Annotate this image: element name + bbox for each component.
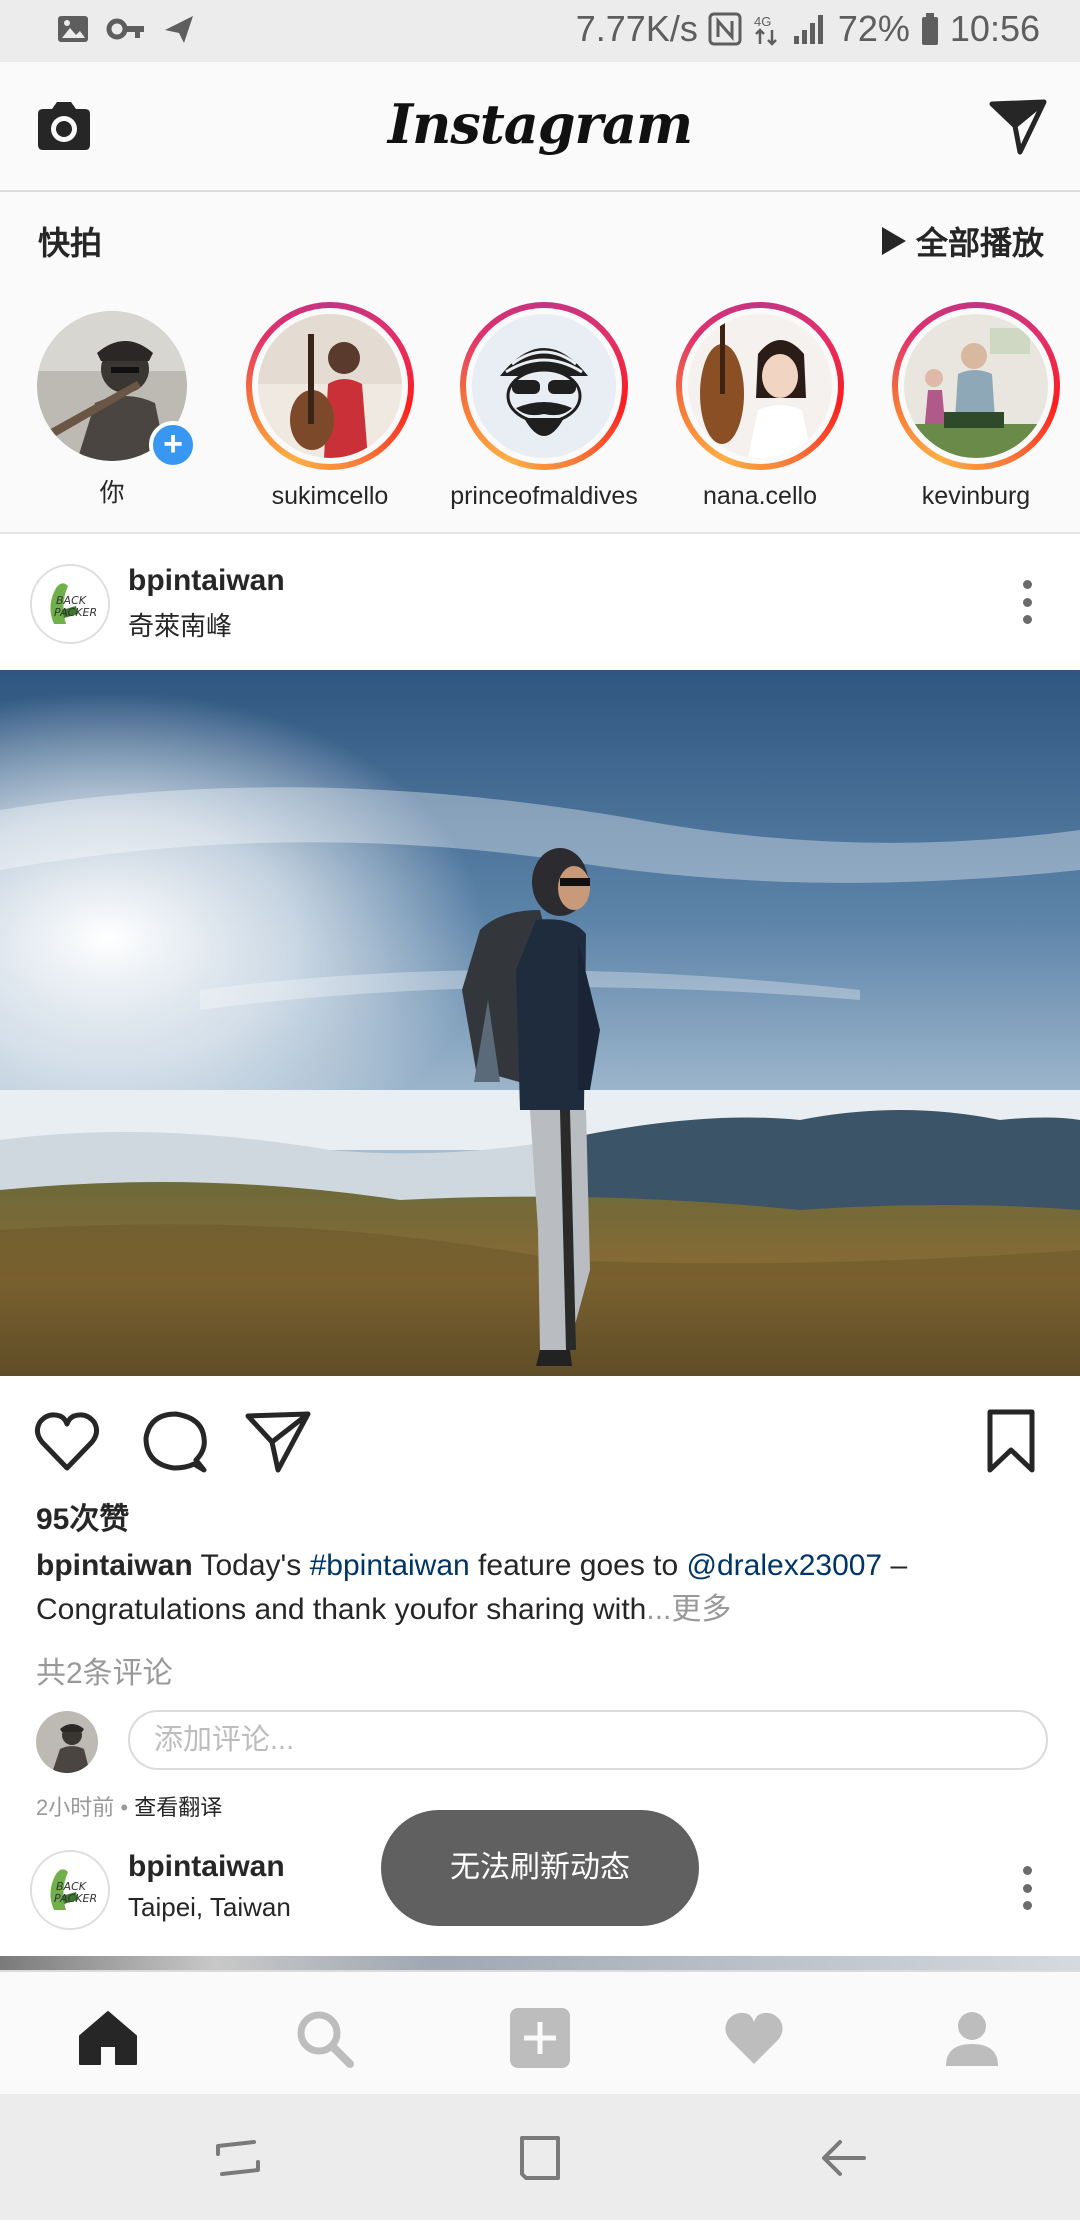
like-heart-icon[interactable]: [32, 1406, 102, 1476]
post-timestamp: 2小时前 • 查看翻译: [36, 1790, 222, 1822]
post-username[interactable]: bpintaiwan: [128, 1850, 285, 1884]
recent-apps-icon[interactable]: [210, 2130, 266, 2186]
app-bar: Instagram: [0, 62, 1080, 192]
svg-text:PACKER: PACKER: [54, 1892, 97, 1905]
stories-tray: 快拍 全部播放 + 你 sukimcello princeofmaldives …: [0, 192, 1080, 534]
back-icon[interactable]: [816, 2130, 872, 2186]
data-arrows-icon: 4G: [754, 14, 777, 46]
system-navigation-bar: [0, 2094, 1080, 2220]
time-ago: 2小时前: [36, 1795, 115, 1820]
caption-ellipsis: ...: [646, 1593, 672, 1626]
status-bar: 7.77K/s 4G 72% 10:56: [0, 0, 1080, 62]
direct-message-icon[interactable]: [988, 96, 1048, 156]
add-comment-row: 添加评论...: [36, 1710, 1054, 1774]
next-post-photo[interactable]: [0, 1956, 1080, 1970]
story-own[interactable]: + 你: [12, 302, 212, 509]
key-icon: [106, 18, 144, 40]
story-nana-cello[interactable]: nana.cello: [660, 302, 860, 511]
post-avatar[interactable]: BACK PACKER: [30, 564, 110, 644]
send-icon: [165, 16, 193, 43]
caption-more-link[interactable]: 更多: [671, 1593, 731, 1626]
more-options-icon[interactable]: [1022, 1866, 1032, 1910]
svg-text:PACKER: PACKER: [54, 606, 97, 619]
story-label: princeofmaldives: [450, 482, 638, 510]
share-icon[interactable]: [244, 1406, 314, 1476]
caption-text: feature goes to: [469, 1549, 687, 1582]
post-actions: [0, 1376, 1080, 1496]
post-header: BACK PACKER bpintaiwan 奇萊南峰: [0, 534, 1080, 670]
post-location[interactable]: 奇萊南峰: [128, 606, 232, 643]
caption-username[interactable]: bpintaiwan: [36, 1549, 193, 1582]
view-comments-link[interactable]: 共2条评论: [36, 1648, 173, 1692]
watch-all-label: 全部播放: [915, 225, 1044, 261]
likes-count[interactable]: 95次赞: [36, 1494, 129, 1538]
comment-icon[interactable]: [140, 1406, 210, 1476]
search-icon[interactable]: [292, 2006, 356, 2070]
avatar: [688, 314, 832, 458]
network-speed: 7.77K/s: [575, 8, 698, 49]
clock: 10:56: [949, 8, 1040, 49]
post-location[interactable]: Taipei, Taiwan: [128, 1892, 291, 1923]
caption-text: Today's: [192, 1549, 310, 1582]
new-post-icon[interactable]: [508, 2006, 572, 2070]
bottom-nav: [0, 1970, 1080, 2096]
see-translation-link[interactable]: 查看翻译: [134, 1795, 222, 1820]
signal-icon: [793, 15, 823, 44]
story-princeofmaldives[interactable]: princeofmaldives: [444, 302, 644, 511]
instagram-logo: Instagram: [387, 92, 693, 156]
post-username[interactable]: bpintaiwan: [128, 564, 285, 598]
avatar: [258, 314, 402, 458]
post-avatar[interactable]: BACK PACKER: [30, 1850, 110, 1930]
add-story-icon[interactable]: +: [149, 421, 197, 469]
avatar: [904, 314, 1048, 458]
separator: •: [114, 1795, 135, 1820]
story-label: nana.cello: [703, 482, 817, 510]
story-label: kevinburg: [921, 482, 1031, 510]
avatar: [472, 314, 616, 458]
story-kevinburg[interactable]: kevinburg: [876, 302, 1076, 511]
story-label: 你: [99, 479, 125, 507]
story-sukimcello[interactable]: sukimcello: [230, 302, 430, 511]
avatar: [36, 1711, 98, 1773]
image-icon: [58, 16, 88, 42]
toast-message: 无法刷新动态: [381, 1810, 699, 1926]
battery-icon: [921, 13, 938, 45]
comment-input[interactable]: 添加评论...: [128, 1710, 1048, 1770]
post-caption: bpintaiwan Today's #bpintaiwan feature g…: [36, 1544, 1046, 1632]
more-options-icon[interactable]: [1022, 580, 1032, 624]
battery-percent: 72%: [837, 8, 910, 49]
caption-hashtag[interactable]: #bpintaiwan: [310, 1549, 470, 1582]
svg-text:4G: 4G: [754, 14, 771, 29]
status-bar-notifications: [56, 12, 196, 46]
home-button-icon[interactable]: [512, 2130, 568, 2186]
story-label: sukimcello: [271, 482, 389, 510]
home-icon[interactable]: [76, 2006, 140, 2070]
profile-icon[interactable]: [940, 2006, 1004, 2070]
stories-title: 快拍: [38, 225, 103, 261]
nfc-icon: [708, 12, 742, 46]
status-bar-system: 7.77K/s 4G 72% 10:56: [576, 8, 1040, 50]
watch-all-button[interactable]: 全部播放: [881, 218, 1044, 264]
activity-heart-icon[interactable]: [722, 2006, 786, 2070]
caption-mention[interactable]: @dralex23007: [687, 1549, 883, 1582]
play-icon: [881, 227, 906, 255]
bookmark-icon[interactable]: [976, 1406, 1046, 1476]
post-photo[interactable]: [0, 670, 1080, 1376]
